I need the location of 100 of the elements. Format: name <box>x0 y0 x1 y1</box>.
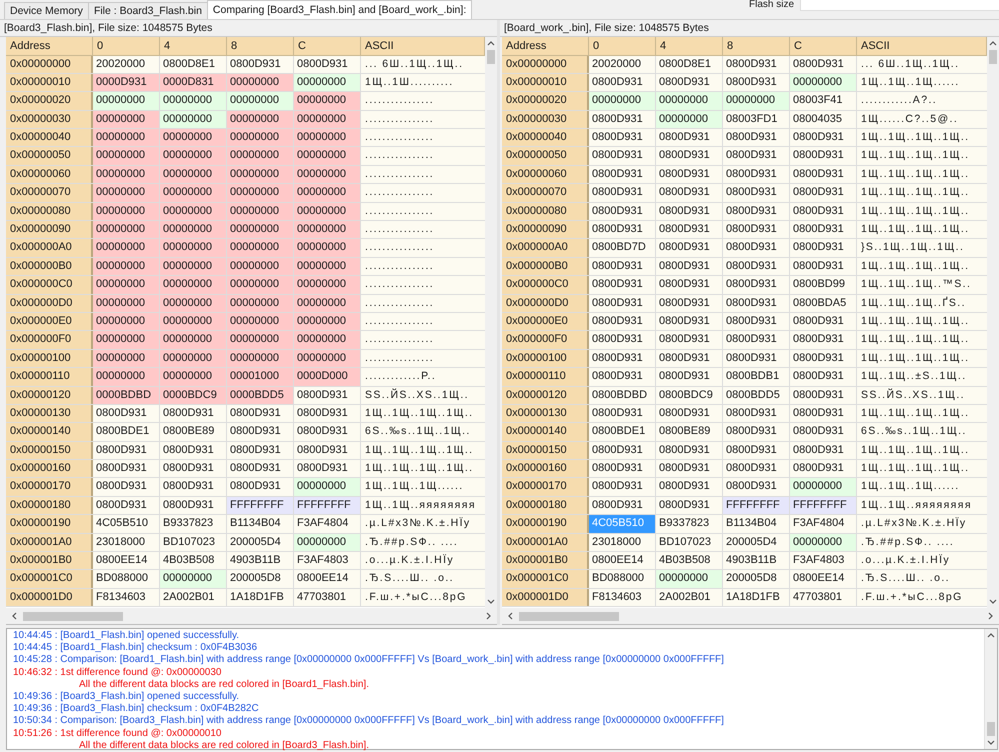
hex-cell[interactable]: 00000000 <box>589 92 656 110</box>
hex-cell[interactable]: 0800D931 <box>93 478 160 496</box>
hex-cell[interactable]: 00000000 <box>227 166 294 184</box>
hex-cell[interactable]: F3AF4803 <box>294 552 361 570</box>
hex-cell[interactable]: 00000000 <box>93 239 160 257</box>
column-header[interactable]: C <box>294 37 361 56</box>
column-header[interactable]: 4 <box>656 37 723 56</box>
hex-cell[interactable]: 0800D931 <box>589 496 656 514</box>
hex-cell[interactable]: F3AF4804 <box>790 515 857 533</box>
hex-cell[interactable]: 00000000 <box>160 202 227 220</box>
hex-cell[interactable]: 0800D931 <box>723 221 790 238</box>
hex-cell[interactable]: 00000000 <box>294 350 361 368</box>
hex-cell[interactable]: B1134B04 <box>723 515 790 533</box>
hex-cell[interactable]: 0800D931 <box>790 129 857 146</box>
hex-cell[interactable]: 0800D931 <box>723 460 790 478</box>
hex-cell[interactable]: 00000000 <box>656 570 723 588</box>
hex-cell[interactable]: 00000000 <box>227 258 294 276</box>
hex-cell[interactable]: 0800D931 <box>294 386 361 404</box>
hex-cell[interactable]: 0800D931 <box>589 368 656 386</box>
hex-cell[interactable]: 0800D931 <box>589 331 656 349</box>
column-header[interactable]: 0 <box>93 37 160 56</box>
scroll-right-icon[interactable] <box>486 612 491 620</box>
hex-cell[interactable]: FFFFFFFF <box>227 496 294 514</box>
hex-cell[interactable]: 0000D931 <box>93 74 160 92</box>
column-header[interactable]: 8 <box>723 37 790 56</box>
hex-cell[interactable]: B9337823 <box>656 515 723 533</box>
hex-cell[interactable]: 1A18D1FB <box>227 588 294 606</box>
hex-cell[interactable]: 0800D931 <box>723 166 790 184</box>
hex-cell[interactable]: 0800D931 <box>656 166 723 184</box>
hex-cell[interactable]: 0800D931 <box>589 478 656 496</box>
hex-cell[interactable]: 00000000 <box>790 74 857 92</box>
hex-cell[interactable]: 0800BDE1 <box>589 423 656 441</box>
tab[interactable]: File : Board3_Flash.bin <box>88 2 208 19</box>
hex-cell[interactable]: 0800D931 <box>723 184 790 202</box>
hex-cell[interactable]: 0800D931 <box>589 312 656 330</box>
hex-cell[interactable]: 00000000 <box>160 166 227 184</box>
hex-cell[interactable]: 0800D931 <box>790 221 857 238</box>
hex-cell[interactable]: 0800D931 <box>589 460 656 478</box>
hex-cell[interactable]: 0800D931 <box>227 423 294 441</box>
hex-cell[interactable]: 2A002B01 <box>160 588 227 606</box>
hex-cell[interactable]: 00000000 <box>294 478 361 496</box>
hex-cell[interactable]: 00000000 <box>294 92 361 110</box>
hex-cell[interactable]: 0800D8E1 <box>656 56 723 73</box>
hex-cell[interactable]: 0000BDBD <box>93 386 160 404</box>
hex-cell[interactable]: 0800D931 <box>790 386 857 404</box>
hex-cell[interactable]: 0800D931 <box>656 368 723 386</box>
hex-cell[interactable]: 0800D931 <box>656 147 723 165</box>
hex-cell[interactable]: FFFFFFFF <box>723 496 790 514</box>
hex-cell[interactable]: 00000000 <box>294 239 361 257</box>
hex-cell[interactable]: FFFFFFFF <box>294 496 361 514</box>
input-field[interactable] <box>800 0 999 11</box>
hex-cell[interactable]: 00000000 <box>294 166 361 184</box>
hex-cell[interactable]: 00000000 <box>160 258 227 276</box>
hex-cell[interactable]: 00000000 <box>294 312 361 330</box>
hex-cell[interactable]: 200005D4 <box>723 534 790 552</box>
hex-cell[interactable]: 00000000 <box>227 147 294 165</box>
hex-cell[interactable]: 0800D931 <box>656 404 723 422</box>
hex-cell[interactable]: 0800D931 <box>790 147 857 165</box>
hex-cell[interactable]: 00000000 <box>294 202 361 220</box>
hex-cell[interactable]: 0800D931 <box>656 312 723 330</box>
hex-cell[interactable]: BD088000 <box>589 570 656 588</box>
hex-cell[interactable]: 0800D931 <box>656 496 723 514</box>
hex-cell[interactable]: 00000000 <box>160 147 227 165</box>
hex-cell[interactable]: BD107023 <box>656 534 723 552</box>
hex-cell[interactable]: 00000000 <box>93 92 160 110</box>
hex-cell[interactable]: 0800D931 <box>656 74 723 92</box>
hex-cell[interactable]: 0800D931 <box>656 460 723 478</box>
hex-cell[interactable]: 00000000 <box>227 110 294 128</box>
hex-cell[interactable]: 0800D931 <box>656 294 723 312</box>
hex-cell[interactable]: F3AF4803 <box>790 552 857 570</box>
hex-cell[interactable]: 0800BE89 <box>656 423 723 441</box>
hex-cell[interactable]: 4B03B508 <box>160 552 227 570</box>
hex-cell[interactable]: 00000000 <box>656 92 723 110</box>
hex-cell[interactable]: 4903B11B <box>227 552 294 570</box>
hex-cell[interactable]: 0800D931 <box>227 460 294 478</box>
hex-cell[interactable]: 200005D4 <box>227 534 294 552</box>
hex-cell[interactable]: 00000000 <box>294 258 361 276</box>
hex-cell[interactable]: 0800D931 <box>656 258 723 276</box>
hex-cell[interactable]: 00001000 <box>227 368 294 386</box>
hex-cell[interactable]: 00000000 <box>294 294 361 312</box>
hex-cell[interactable]: B1134B04 <box>227 515 294 533</box>
hex-cell[interactable]: 00000000 <box>160 312 227 330</box>
scroll-up-icon[interactable] <box>987 633 995 638</box>
hex-cell[interactable]: 0800D931 <box>589 258 656 276</box>
column-header[interactable]: C <box>790 37 857 56</box>
scrollbar-thumb[interactable] <box>989 50 997 64</box>
hex-cell[interactable]: 0800D931 <box>723 312 790 330</box>
hex-cell[interactable]: 0800D931 <box>589 184 656 202</box>
hex-cell[interactable]: 00000000 <box>93 110 160 128</box>
hex-cell[interactable]: 00000000 <box>227 74 294 92</box>
hex-cell[interactable]: 0800D931 <box>723 404 790 422</box>
hex-cell[interactable]: 0800D931 <box>160 442 227 460</box>
hex-cell[interactable]: 4B03B508 <box>656 552 723 570</box>
hex-cell[interactable]: 2A002B01 <box>656 588 723 606</box>
hex-cell[interactable]: 00000000 <box>656 110 723 128</box>
hex-cell[interactable]: 0000BDC9 <box>160 386 227 404</box>
scroll-right-icon[interactable] <box>988 612 993 620</box>
hex-cell[interactable]: 0800D931 <box>723 56 790 73</box>
hex-cell[interactable]: 00000000 <box>227 184 294 202</box>
hex-cell[interactable]: 0800D931 <box>294 423 361 441</box>
